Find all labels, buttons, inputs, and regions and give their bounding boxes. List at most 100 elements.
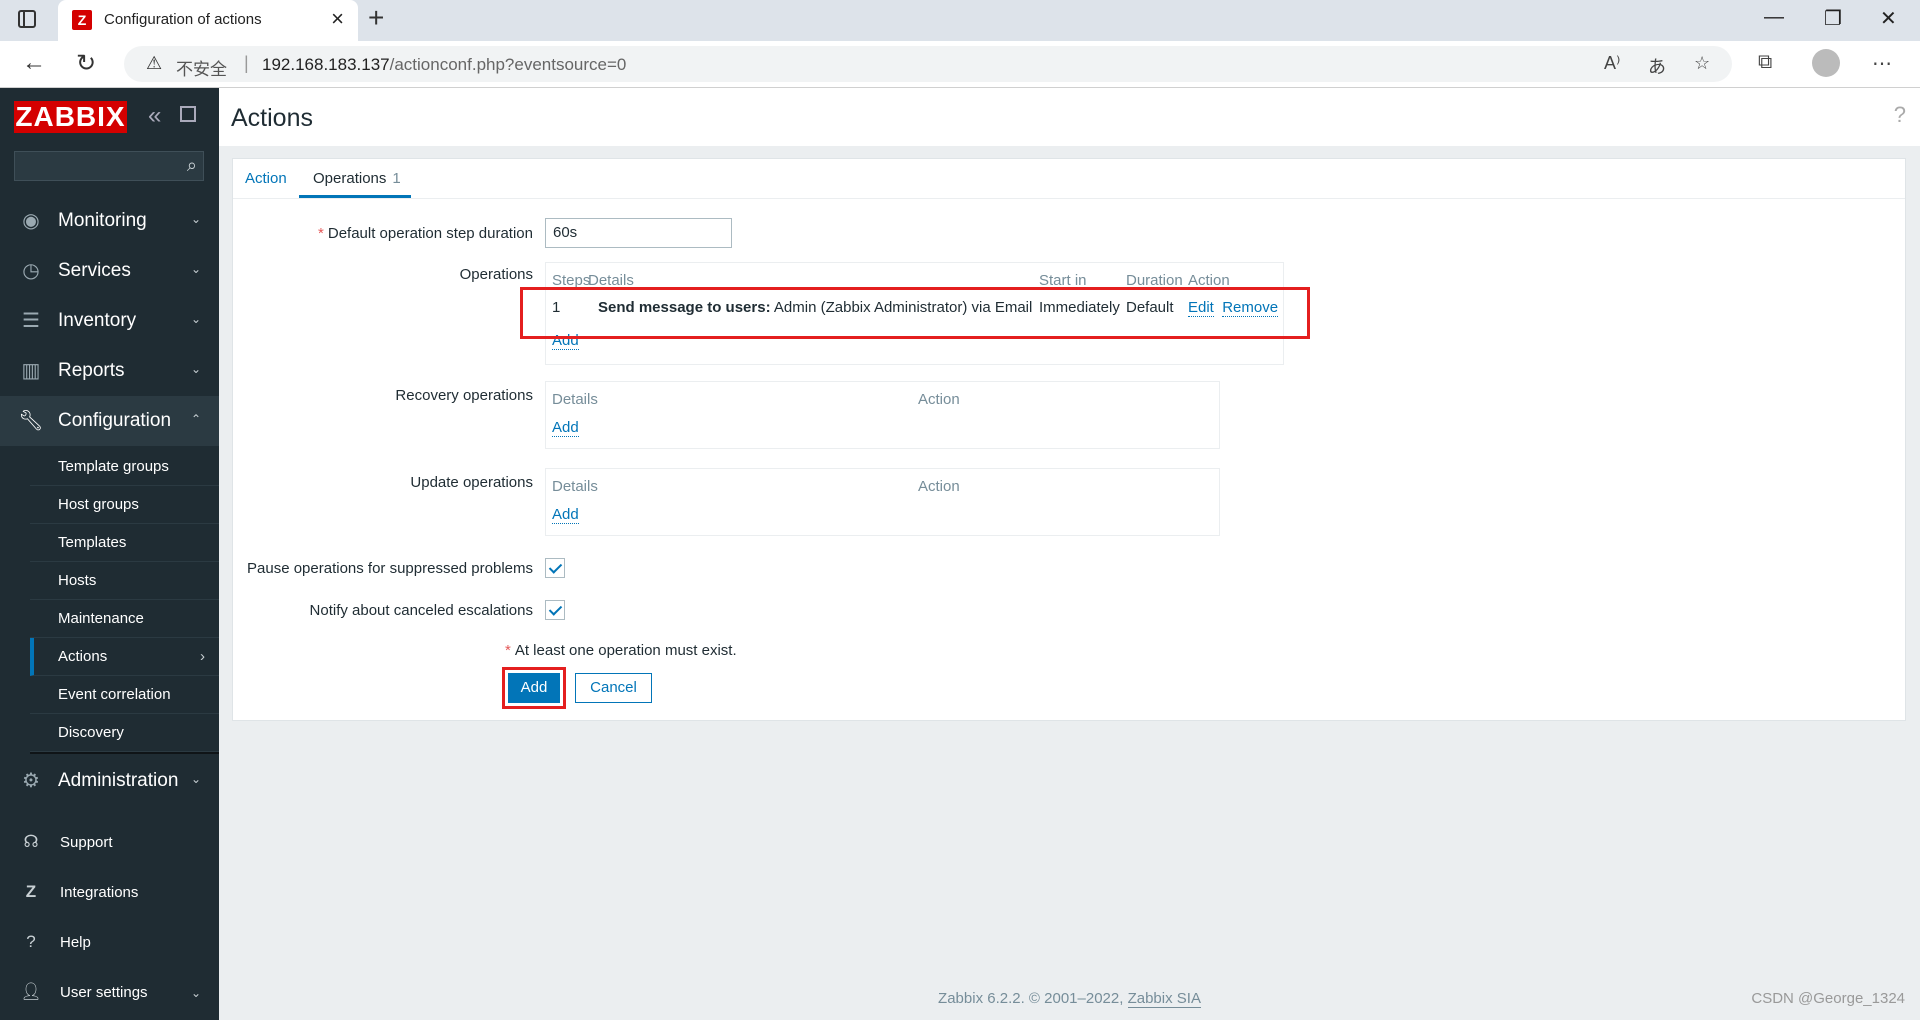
page-title: Actions	[231, 104, 313, 132]
zabbix-z-icon: Z	[25, 882, 37, 901]
menu-label: User settings	[60, 984, 148, 1001]
chevron-down-icon: ⌄	[190, 772, 201, 786]
collapse-sidebar-icon[interactable]: «	[148, 102, 161, 130]
step-duration-label: * Default operation step duration	[233, 225, 533, 242]
submenu-maintenance[interactable]: Maintenance	[30, 600, 219, 638]
footer: Zabbix 6.2.2. © 2001–2022, Zabbix SIA	[219, 990, 1920, 1008]
question-icon: ?	[26, 932, 36, 951]
refresh-icon[interactable]: ↻	[76, 49, 96, 78]
browser-tab[interactable]: Z Configuration of actions ×	[58, 0, 358, 41]
update-operations-label: Update operations	[410, 474, 533, 491]
insecure-label[interactable]: 不安全	[176, 55, 227, 80]
restore-icon[interactable]: ❐	[1824, 6, 1842, 31]
read-aloud-icon[interactable]: A⁾	[1604, 53, 1620, 74]
minimize-icon[interactable]: —	[1764, 6, 1784, 29]
recovery-operations-label: Recovery operations	[395, 387, 533, 404]
watermark: CSDN @George_1324	[1751, 990, 1905, 1007]
wrench-icon: 🔧︎	[18, 410, 44, 432]
url-field[interactable]: ⚠ 不安全 | 192.168.183.137/actionconf.php?e…	[124, 46, 1732, 82]
sidebar: ZABBIX « ⌕ ◉ Monitoring ⌄ ◷ Services ⌄ ☰…	[0, 88, 219, 1020]
close-icon[interactable]: ×	[331, 6, 344, 32]
menu-label: Reports	[58, 360, 125, 381]
tab-actions-icon[interactable]	[18, 10, 36, 28]
collections-icon[interactable]: ⧉	[1758, 51, 1772, 74]
tab-action[interactable]: Action	[245, 170, 287, 187]
zabbix-logo[interactable]: ZABBIX	[14, 101, 127, 133]
menu-services[interactable]: ◷ Services ⌄	[0, 246, 219, 296]
submenu-label: Event correlation	[58, 686, 171, 703]
menu-administration[interactable]: ⚙ Administration ⌄	[0, 756, 219, 806]
chevron-right-icon: ›	[200, 648, 205, 665]
sidebar-search-input[interactable]: ⌕	[14, 151, 204, 181]
action-form: Action Operations 1 * Default operation st…	[232, 158, 1906, 721]
add-update-link[interactable]: Add	[552, 506, 579, 524]
submenu-event-correlation[interactable]: Event correlation	[30, 676, 219, 714]
operation-warning: * At least one operation must exist.	[505, 642, 737, 659]
favorite-star-icon[interactable]: ☆	[1694, 53, 1710, 74]
kiosk-mode-icon[interactable]	[180, 106, 196, 122]
configuration-submenu: Template groups Host groups Templates Ho…	[30, 448, 219, 754]
submenu-host-groups[interactable]: Host groups	[30, 486, 219, 524]
warning-text: At least one operation must exist.	[514, 642, 737, 659]
url-text[interactable]: 192.168.183.137/actionconf.php?eventsour…	[262, 55, 626, 75]
tab-label: Operations	[313, 170, 387, 187]
step-duration-input[interactable]: 60s	[545, 218, 732, 248]
submenu-discovery[interactable]: Discovery	[30, 714, 219, 752]
notify-canceled-checkbox[interactable]	[545, 600, 565, 620]
table-header: Details	[552, 391, 598, 408]
list-icon: ☰	[22, 310, 40, 332]
menu-label: Help	[60, 934, 91, 951]
tab-badge: 1	[392, 170, 401, 187]
menu-label: Administration	[58, 770, 179, 791]
menu-label: Integrations	[60, 884, 139, 901]
pause-label: Pause operations for suppressed problems	[247, 560, 533, 577]
back-icon[interactable]: ←	[22, 49, 46, 77]
menu-integrations[interactable]: Z Integrations	[0, 870, 219, 916]
form-tabs: Action Operations 1	[233, 159, 1905, 199]
add-recovery-link[interactable]: Add	[552, 419, 579, 437]
zabbix-favicon-icon: Z	[72, 10, 92, 30]
recovery-operations-table: Details Action Add	[545, 381, 1220, 449]
submenu-template-groups[interactable]: Template groups	[30, 448, 219, 486]
zabbix-sia-link[interactable]: Zabbix SIA	[1127, 990, 1201, 1008]
help-icon[interactable]: ?	[1894, 102, 1906, 128]
profile-avatar[interactable]	[1812, 49, 1840, 77]
submenu-templates[interactable]: Templates	[30, 524, 219, 562]
menu-label: Monitoring	[58, 210, 147, 231]
chevron-down-icon: ⌄	[190, 986, 201, 1000]
tab-title: Configuration of actions	[104, 11, 262, 28]
highlight-box	[502, 667, 566, 709]
menu-user-settings[interactable]: 👤︎ User settings ⌄	[0, 970, 219, 1016]
headset-icon: ☊	[23, 832, 39, 851]
submenu-label: Host groups	[58, 496, 139, 513]
translate-icon[interactable]: あ	[1648, 53, 1666, 79]
search-icon[interactable]: ⌕	[187, 155, 197, 176]
menu-reports[interactable]: ▥ Reports ⌄	[0, 346, 219, 396]
recovery-add: Add	[552, 419, 579, 437]
url-path: /actionconf.php?eventsource=0	[389, 55, 627, 74]
menu-support[interactable]: ☊ Support	[0, 820, 219, 866]
tab-operations[interactable]: Operations 1	[313, 170, 401, 187]
submenu-hosts[interactable]: Hosts	[30, 562, 219, 600]
new-tab-icon[interactable]: +	[368, 2, 384, 34]
pause-suppressed-checkbox[interactable]	[545, 558, 565, 578]
more-icon[interactable]: ⋯	[1872, 51, 1892, 76]
footer-text: Zabbix 6.2.2. © 2001–2022,	[938, 990, 1128, 1007]
submenu-label: Template groups	[58, 458, 169, 475]
menu-inventory[interactable]: ☰ Inventory ⌄	[0, 296, 219, 346]
menu-help[interactable]: ? Help	[0, 920, 219, 966]
user-icon: 👤︎	[20, 982, 42, 1001]
warning-icon[interactable]: ⚠	[146, 53, 162, 74]
window-close-icon[interactable]: ✕	[1880, 6, 1897, 31]
step-duration-label-text: Default operation step duration	[327, 225, 533, 242]
menu-monitoring[interactable]: ◉ Monitoring ⌄	[0, 196, 219, 246]
address-bar: ← ↻ ⚠ 不安全 | 192.168.183.137/actionconf.p…	[0, 41, 1920, 88]
chevron-down-icon: ⌄	[190, 362, 201, 376]
cancel-button[interactable]: Cancel	[575, 673, 652, 703]
submenu-label: Actions	[58, 648, 108, 665]
chevron-down-icon: ⌄	[190, 212, 201, 226]
submenu-actions[interactable]: Actions ›	[30, 638, 219, 676]
menu-configuration[interactable]: 🔧︎ Configuration ⌃	[0, 396, 219, 446]
submenu-label: Templates	[58, 534, 127, 551]
notify-label: Notify about canceled escalations	[309, 602, 533, 619]
